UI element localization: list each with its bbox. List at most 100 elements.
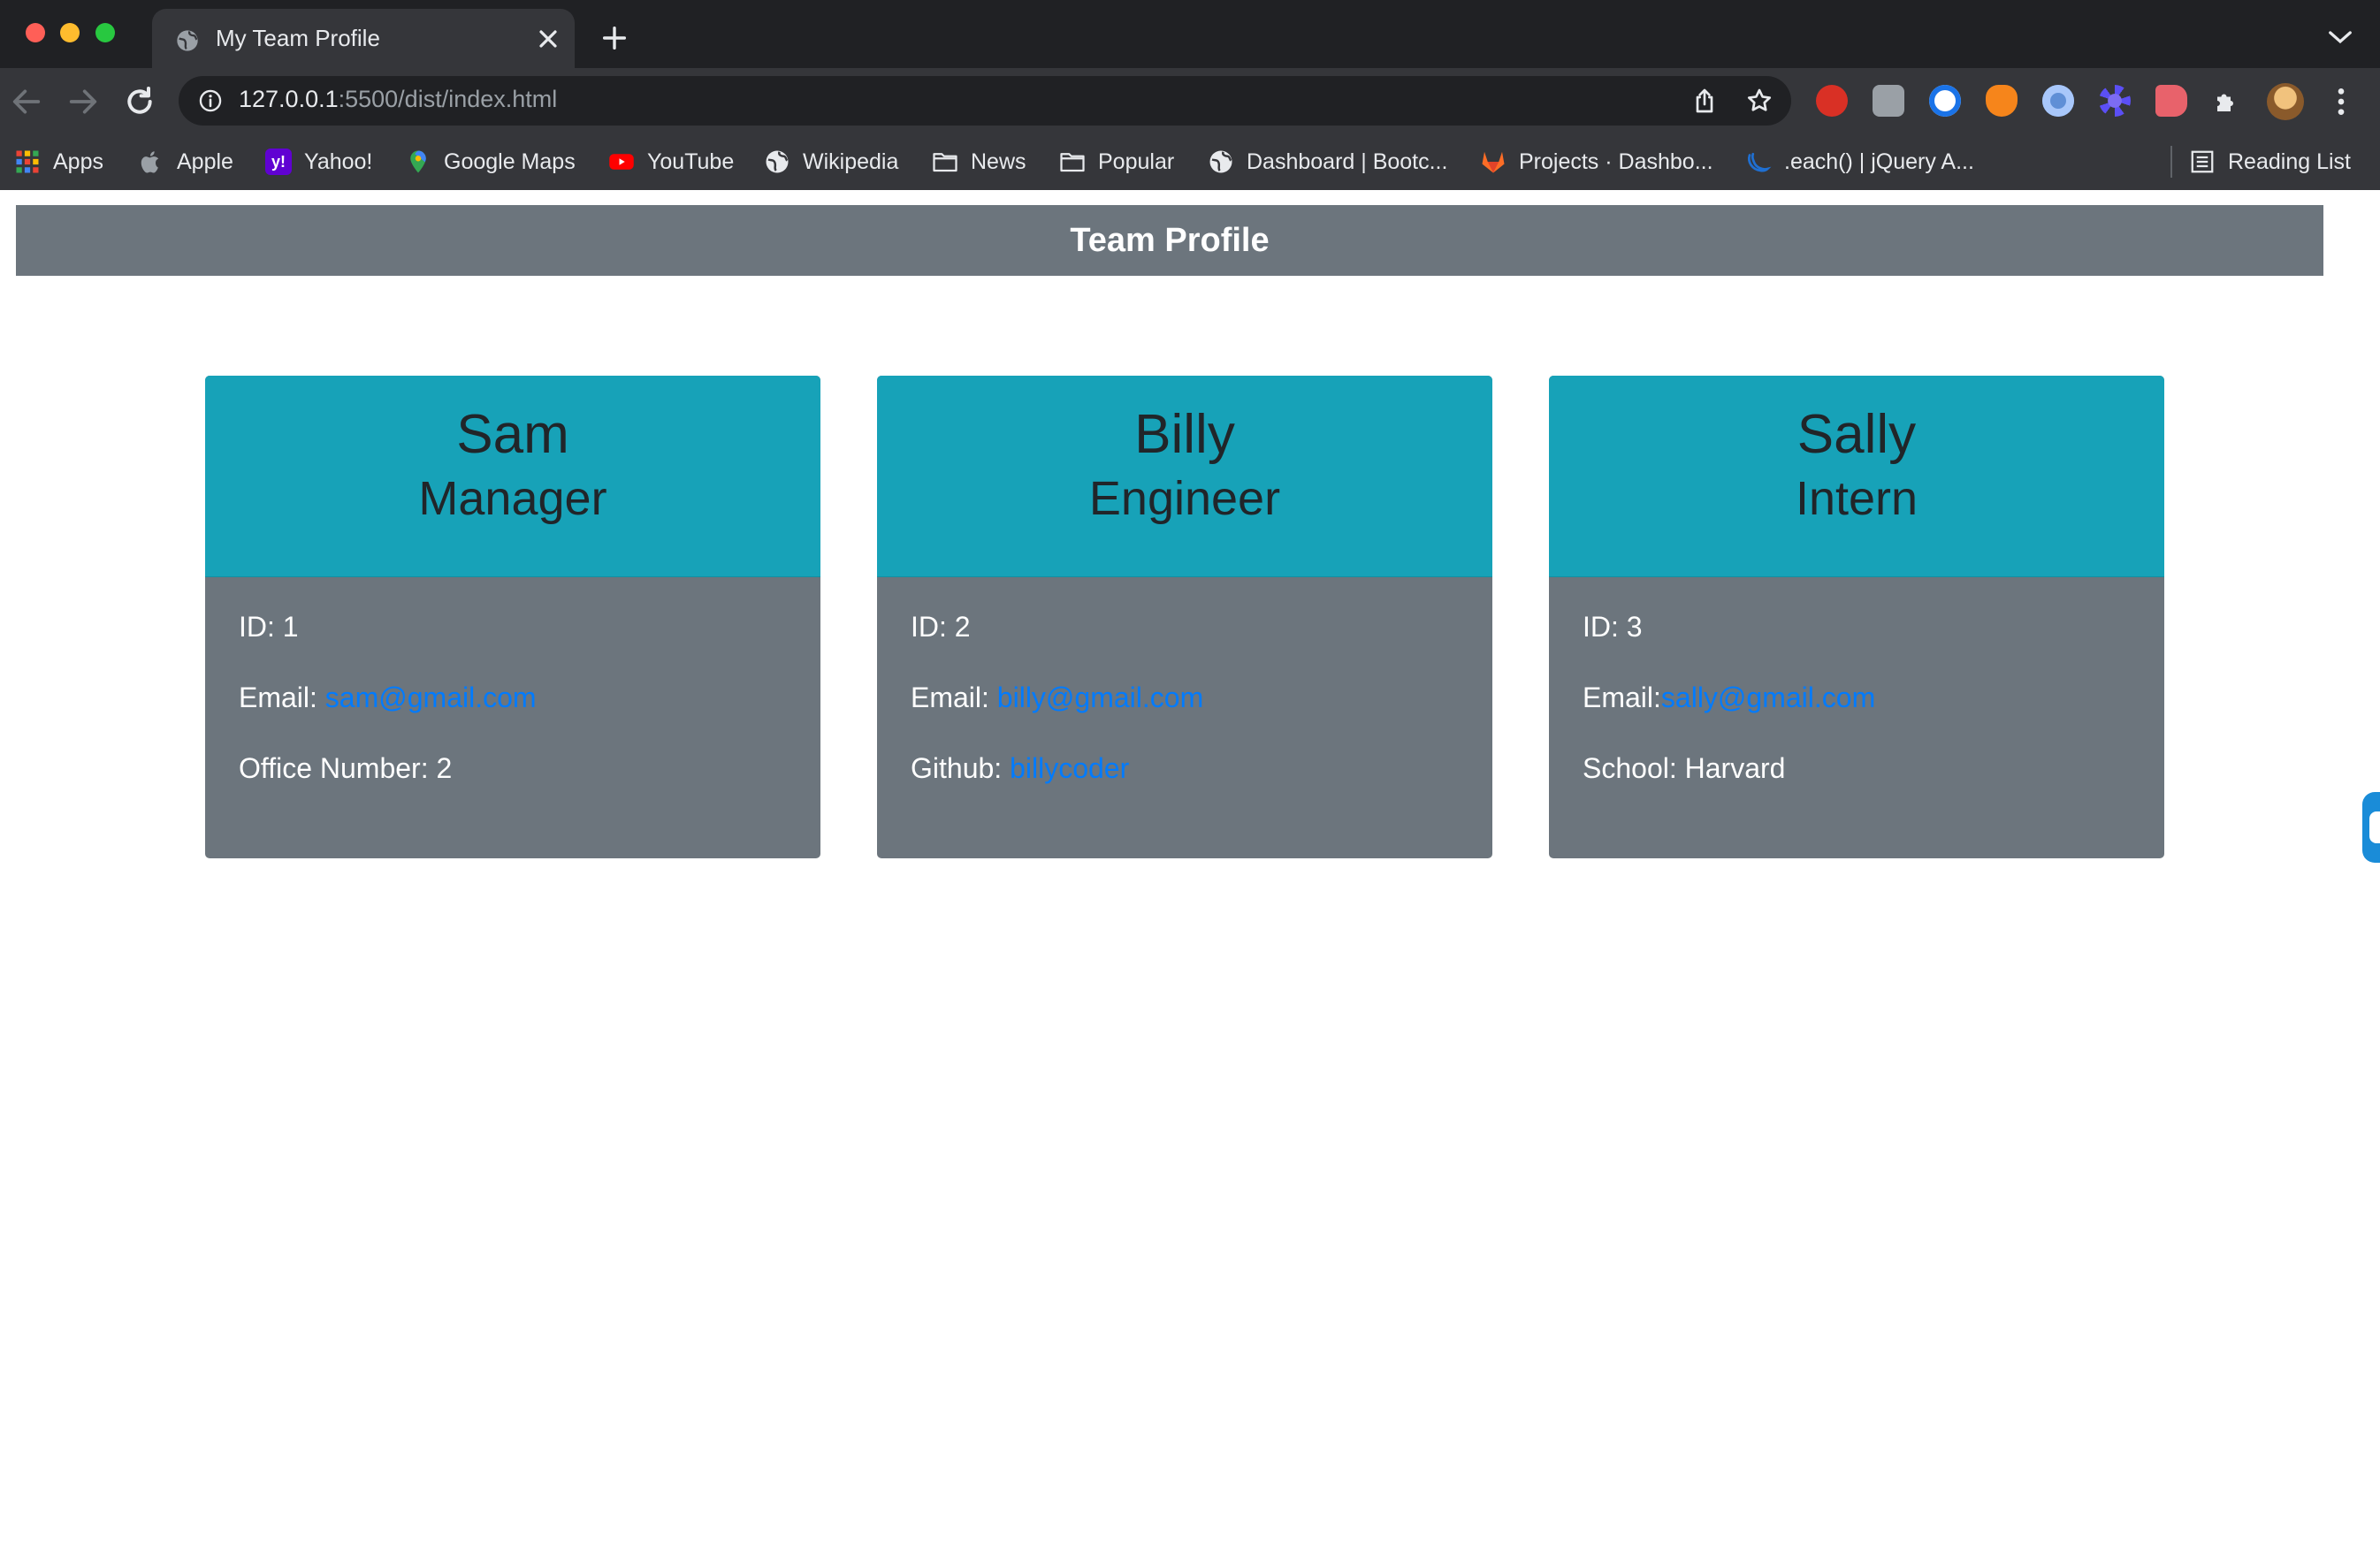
- employee-id: ID: 1: [239, 611, 299, 643]
- bookmark-star-icon[interactable]: [1745, 87, 1774, 115]
- bookmark-label: Popular: [1098, 149, 1175, 174]
- bookmark-dashboard[interactable]: Dashboard | Bootc...: [1208, 146, 1447, 178]
- employee-card-manager: Sam Manager ID: 1 Email: sam@gmail.com O…: [205, 376, 820, 858]
- folder-icon: [1060, 153, 1085, 172]
- bookmark-label: Google Maps: [444, 149, 576, 174]
- school: School: Harvard: [1583, 752, 1786, 784]
- reading-list-button[interactable]: Reading List: [2189, 146, 2351, 178]
- google-maps-icon: [410, 150, 426, 173]
- chevron-down-icon[interactable]: [2327, 27, 2353, 48]
- bookmark-jquery-each[interactable]: .each() | jQuery A...: [1745, 146, 1974, 178]
- employee-email-row: Email: billy@gmail.com: [911, 662, 1459, 733]
- email-label: Email:: [239, 682, 325, 713]
- email-label: Email:: [1583, 682, 1661, 713]
- card-header: Sally Intern: [1549, 376, 2164, 577]
- employee-card-intern: Sally Intern ID: 3 Email:sally@gmail.com…: [1549, 376, 2164, 858]
- address-bar[interactable]: 127.0.0.1:5500/dist/index.html: [179, 76, 1791, 126]
- employee-id: ID: 3: [1583, 611, 1643, 643]
- card-body: ID: 3 Email:sally@gmail.com School: Harv…: [1549, 577, 2164, 804]
- github-row: Github: billycoder: [911, 733, 1459, 804]
- bookmark-label: YouTube: [647, 149, 735, 174]
- extension-ring-icon[interactable]: [2042, 85, 2074, 117]
- email-link[interactable]: sam@gmail.com: [325, 682, 537, 713]
- bookmark-google-maps[interactable]: Google Maps: [405, 146, 576, 178]
- globe-icon: [766, 150, 789, 173]
- puzzle-piece-icon[interactable]: [2212, 85, 2244, 117]
- employee-email-row: Email: sam@gmail.com: [239, 662, 787, 733]
- jquery-icon: [1748, 152, 1772, 172]
- reading-list-icon: [2191, 150, 2214, 173]
- employee-name: Sam: [456, 404, 569, 465]
- privacy-extension-icon[interactable]: [1929, 85, 1961, 117]
- gitlab-icon: [1482, 151, 1505, 173]
- share-icon[interactable]: [1690, 87, 1719, 115]
- bookmark-apple[interactable]: Apple: [138, 146, 233, 178]
- card-header: Billy Engineer: [877, 376, 1492, 577]
- bookmark-label: Apple: [177, 149, 233, 174]
- minimize-window-button[interactable]: [60, 23, 80, 42]
- bookmark-gitlab-projects[interactable]: Projects · Dashbo...: [1480, 146, 1713, 178]
- bookmark-folder-news[interactable]: News: [932, 146, 1026, 178]
- readium-extension-icon[interactable]: [1873, 85, 1904, 117]
- sparkle-extension-icon[interactable]: [2099, 85, 2131, 117]
- bookmark-label: Wikipedia: [803, 149, 899, 174]
- tab-title: My Team Profile: [216, 25, 380, 51]
- bookmark-folder-popular[interactable]: Popular: [1059, 146, 1174, 178]
- bookmark-label: Apps: [53, 149, 103, 174]
- bookmark-label: News: [971, 149, 1026, 174]
- bookmark-label: Yahoo!: [304, 149, 373, 174]
- close-tab-icon[interactable]: [534, 25, 562, 53]
- bookmark-wikipedia[interactable]: Wikipedia: [764, 146, 898, 178]
- video-extension-icon[interactable]: [2155, 85, 2187, 117]
- office-number: Office Number: 2: [239, 752, 453, 784]
- employee-name: Sally: [1796, 404, 1917, 465]
- maximize-window-button[interactable]: [95, 23, 115, 42]
- browser-toolbar: 127.0.0.1:5500/dist/index.html: [0, 68, 2380, 133]
- bookmark-label: Projects · Dashbo...: [1519, 149, 1713, 174]
- back-arrow-icon[interactable]: [9, 84, 44, 119]
- globe-icon: [177, 30, 198, 51]
- page-title: Team Profile: [1070, 221, 1270, 259]
- tab-my-team-profile[interactable]: My Team Profile: [152, 9, 575, 68]
- profile-avatar[interactable]: [2267, 83, 2304, 120]
- email-link[interactable]: sally@gmail.com: [1661, 682, 1875, 713]
- browser-chrome: My Team Profile 127.0.0.1:5500/dist/inde…: [0, 0, 2380, 190]
- site-info-icon[interactable]: [198, 88, 223, 113]
- email-link[interactable]: billy@gmail.com: [997, 682, 1203, 713]
- card-body: ID: 2 Email: billy@gmail.com Github: bil…: [877, 577, 1492, 804]
- bookmark-youtube[interactable]: YouTube: [608, 146, 734, 178]
- email-label: Email:: [911, 682, 997, 713]
- new-tab-icon[interactable]: [599, 23, 629, 53]
- globe-icon: [1209, 150, 1232, 173]
- employee-role: Intern: [1795, 472, 1918, 526]
- github-label: Github:: [911, 752, 1011, 784]
- apps-grid-icon: [16, 150, 39, 173]
- bookmark-label: .each() | jQuery A...: [1784, 149, 1974, 174]
- metamask-fox-icon[interactable]: [1986, 85, 2018, 117]
- url-host: 127.0.0.1: [239, 86, 339, 112]
- employee-id: ID: 2: [911, 611, 971, 643]
- bookmarks-bar: Apps Apple y! Yahoo! Google Maps YouTube…: [0, 133, 2380, 190]
- bookmark-yahoo[interactable]: y! Yahoo!: [265, 146, 372, 178]
- more-menu-icon[interactable]: [2330, 84, 2352, 119]
- github-link[interactable]: billycoder: [1010, 752, 1129, 784]
- tab-strip: My Team Profile: [0, 0, 2380, 68]
- bookmarks-divider: [2170, 146, 2172, 178]
- card-header: Sam Manager: [205, 376, 820, 577]
- side-tab-widget[interactable]: [2362, 792, 2380, 863]
- page-header: Team Profile: [16, 205, 2323, 276]
- youtube-icon: [609, 154, 634, 170]
- yahoo-icon: y!: [265, 149, 292, 175]
- url-text: 127.0.0.1:5500/dist/index.html: [239, 86, 557, 113]
- reload-icon[interactable]: [122, 84, 157, 119]
- close-window-button[interactable]: [26, 23, 45, 42]
- adblock-extension-icon[interactable]: [1816, 85, 1848, 117]
- card-body: ID: 1 Email: sam@gmail.com Office Number…: [205, 577, 820, 804]
- forward-arrow-icon[interactable]: [65, 84, 101, 119]
- employee-card-engineer: Billy Engineer ID: 2 Email: billy@gmail.…: [877, 376, 1492, 858]
- employee-email-row: Email:sally@gmail.com: [1583, 662, 2131, 733]
- employee-name: Billy: [1134, 404, 1235, 465]
- apple-icon: [141, 151, 159, 173]
- bookmark-apps[interactable]: Apps: [14, 146, 103, 178]
- bookmark-label: Dashboard | Bootc...: [1247, 149, 1448, 174]
